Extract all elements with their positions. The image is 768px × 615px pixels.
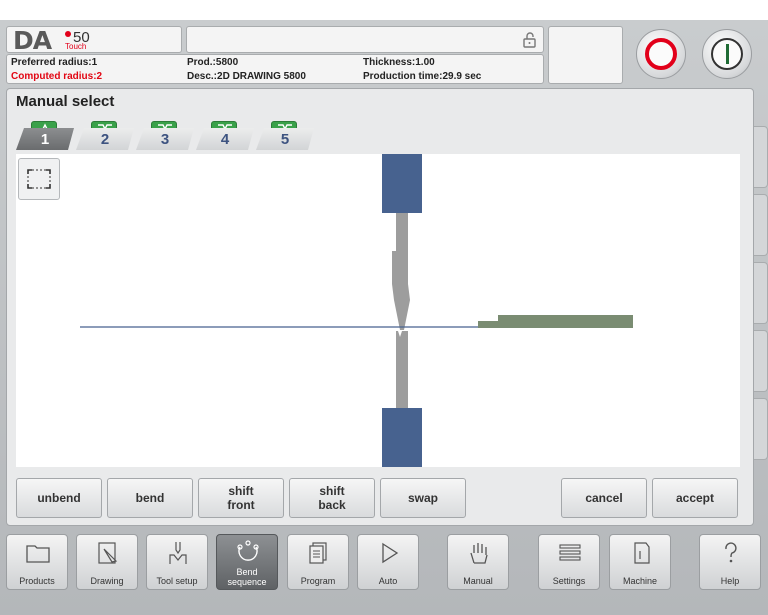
side-tab[interactable]: [754, 126, 768, 188]
bend-view: [16, 154, 740, 467]
pages-icon: [309, 542, 327, 564]
hand-icon: [470, 543, 488, 564]
nav-tool-setup[interactable]: Tool setup: [146, 534, 208, 590]
die: [396, 331, 408, 408]
status-box: [548, 26, 623, 84]
step-tab-5[interactable]: 5: [256, 128, 314, 150]
logo-text: DA: [13, 26, 52, 55]
nav-label: Machine: [622, 576, 658, 586]
nav-machine[interactable]: Machine: [609, 534, 671, 590]
lower-beam: [382, 408, 422, 467]
stop-button[interactable]: [636, 29, 686, 79]
nav-drawing[interactable]: Drawing: [76, 534, 138, 590]
unbend-button[interactable]: unbend: [16, 478, 102, 518]
swap-button[interactable]: swap: [380, 478, 466, 518]
zoom-fit-icon: [27, 169, 51, 189]
shift-front-button[interactable]: shift front: [198, 478, 284, 518]
computed-radius: Computed radius:2: [11, 71, 103, 82]
bend-button[interactable]: bend: [107, 478, 193, 518]
side-tab[interactable]: [754, 330, 768, 392]
panel-title: Manual select: [16, 93, 115, 110]
brand-logo: DA 50 Touch: [6, 26, 182, 55]
nav-label: Manual: [463, 576, 493, 586]
list-icon: [559, 544, 581, 561]
side-tab[interactable]: [754, 262, 768, 324]
logo-dot: [65, 31, 71, 37]
product-description: Desc.:2D DRAWING 5800: [187, 71, 306, 82]
step-tab-2[interactable]: 2: [76, 128, 134, 150]
machine-icon: [634, 542, 650, 564]
accept-button[interactable]: accept: [652, 478, 738, 518]
bend-simulation: [80, 154, 633, 467]
step-tab-3[interactable]: 3: [136, 128, 194, 150]
nav-help[interactable]: Help: [699, 534, 761, 590]
tool-icon: [169, 542, 187, 564]
play-icon: [382, 542, 399, 564]
cancel-button[interactable]: cancel: [561, 478, 647, 518]
nav-label: Settings: [552, 576, 586, 586]
nav-label: Bend sequence: [227, 567, 267, 587]
side-tab[interactable]: [754, 194, 768, 256]
step-tab-4[interactable]: 4: [196, 128, 254, 150]
nav-bend-sequence[interactable]: Bend sequence: [216, 534, 278, 590]
start-icon: [711, 38, 743, 70]
nav-label: Tool setup: [156, 576, 198, 586]
preferred-radius: Preferred radius:1: [11, 57, 98, 68]
side-tab[interactable]: [754, 398, 768, 460]
pencil-icon: [98, 542, 118, 564]
nav-label: Drawing: [90, 576, 124, 586]
nav-manual[interactable]: Manual: [447, 534, 509, 590]
bend-sequence-icon: [237, 540, 259, 561]
backgauge-upper: [498, 315, 633, 322]
nav-settings[interactable]: Settings: [538, 534, 600, 590]
start-button[interactable]: [702, 29, 752, 79]
stop-icon: [645, 38, 677, 70]
thickness: Thickness:1.00: [363, 57, 435, 68]
upper-beam: [382, 154, 422, 213]
step-tab-1[interactable]: 1: [16, 128, 74, 150]
folder-icon: [26, 545, 50, 563]
nav-label: Program: [300, 576, 336, 586]
nav-program[interactable]: Program: [287, 534, 349, 590]
nav-label: Help: [720, 576, 740, 586]
side-tab-strip: [754, 126, 768, 466]
product-id: Prod.:5800: [187, 57, 239, 68]
shift-back-button[interactable]: shift back: [289, 478, 375, 518]
nav-auto[interactable]: Auto: [357, 534, 419, 590]
punch-shank: [396, 213, 408, 251]
nav-label: Auto: [378, 576, 398, 586]
punch-tip: [392, 251, 410, 330]
production-time: Production time:29.9 sec: [363, 71, 482, 82]
nav-label: Products: [19, 576, 55, 586]
nav-products[interactable]: Products: [6, 534, 68, 590]
backgauge-lower: [478, 321, 633, 328]
unlock-icon[interactable]: [523, 32, 537, 48]
logo-sub: Touch: [65, 42, 87, 51]
program-title-bar: [186, 26, 544, 53]
question-icon: [725, 542, 737, 563]
zoom-fit-button[interactable]: [18, 158, 60, 200]
program-info-bar: Preferred radius:1 Computed radius:2 Pro…: [6, 54, 544, 84]
